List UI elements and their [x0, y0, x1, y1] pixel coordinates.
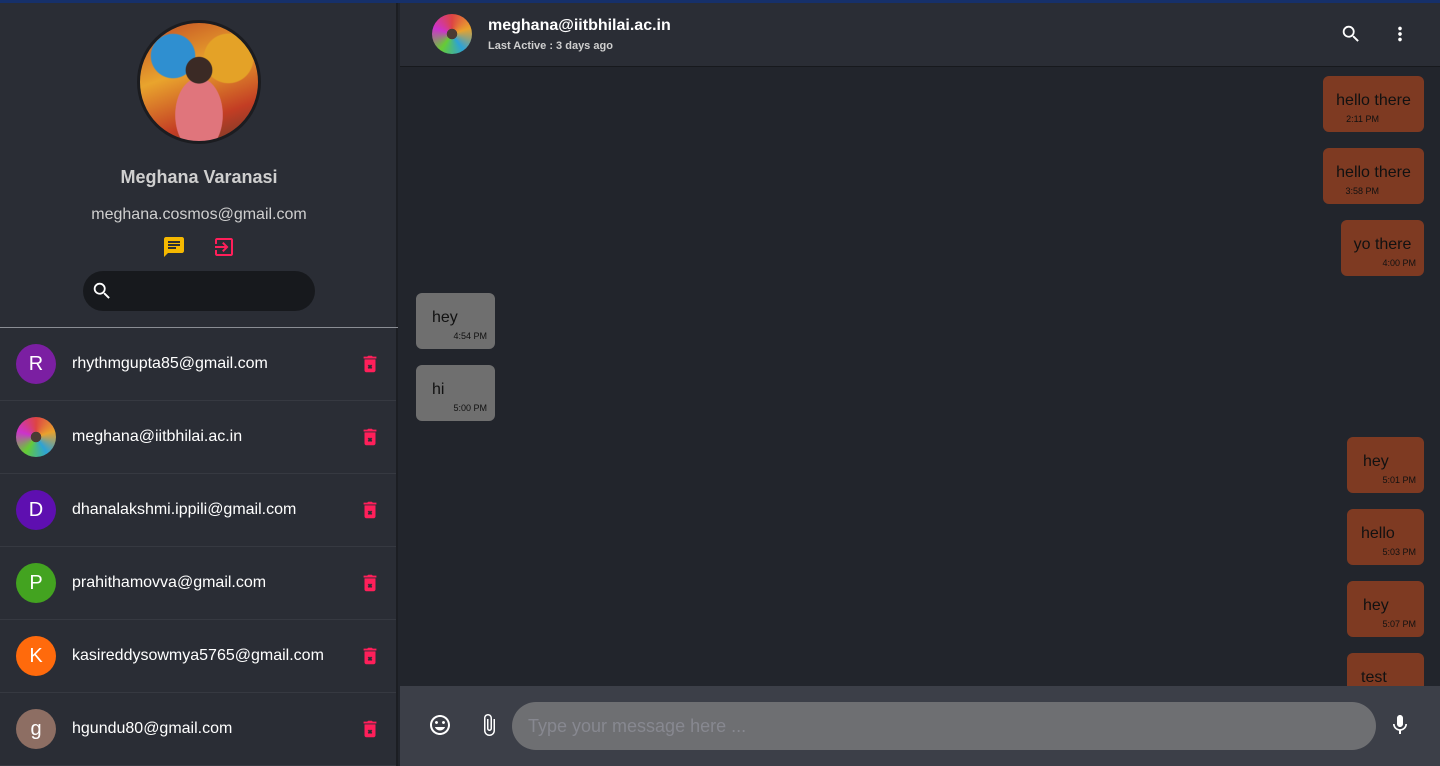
search-icon[interactable] — [1340, 23, 1362, 45]
search-icon — [93, 282, 110, 299]
chat-header: meghana@iitbhilai.ac.in Last Active : 3 … — [400, 3, 1440, 67]
attach-icon[interactable] — [477, 713, 501, 737]
delete-icon[interactable] — [359, 718, 381, 740]
delete-icon[interactable] — [359, 645, 381, 667]
delete-icon[interactable] — [359, 499, 381, 521]
contact-item[interactable]: D dhanalakshmi.ippili@gmail.com — [0, 474, 396, 547]
contact-email: kasireddysowmya5765@gmail.com — [72, 647, 324, 664]
contact-email: meghana@iitbhilai.ac.in — [72, 428, 243, 445]
chat-avatar[interactable] — [432, 14, 472, 54]
message-bubble-sent: test — [1347, 653, 1424, 686]
message-time: 4:00 PM — [1382, 258, 1416, 268]
contact-avatar: P — [16, 563, 56, 603]
contact-item[interactable]: K kasireddysowmya5765@gmail.com — [0, 620, 396, 693]
profile-avatar[interactable] — [137, 20, 261, 144]
chat-icon[interactable] — [162, 235, 186, 259]
message-bubble-sent: hello 5:03 PM — [1347, 509, 1424, 565]
message-bubble-sent: hello there 2:11 PM — [1323, 76, 1424, 132]
contact-item[interactable]: g hgundu80@gmail.com — [0, 693, 396, 766]
message-time: 4:54 PM — [453, 331, 487, 341]
logout-icon[interactable] — [212, 235, 236, 259]
contact-avatar: D — [16, 490, 56, 530]
contact-search-input[interactable] — [119, 277, 305, 305]
contact-email: prahithamovva@gmail.com — [72, 574, 267, 591]
message-bubble-sent: hey 5:01 PM — [1347, 437, 1424, 493]
contact-avatar: R — [16, 344, 56, 384]
message-text: hi — [432, 381, 445, 398]
chat-title: meghana@iitbhilai.ac.in — [488, 17, 671, 34]
emoji-icon[interactable] — [428, 713, 452, 737]
delete-icon[interactable] — [359, 572, 381, 594]
message-composer — [400, 686, 1440, 766]
mic-icon[interactable] — [1388, 713, 1412, 737]
profile-name: Meghana Varanasi — [120, 167, 278, 187]
message-bubble-received: hey 4:54 PM — [416, 293, 495, 349]
message-time: 5:00 PM — [453, 403, 487, 413]
delete-icon[interactable] — [359, 426, 381, 448]
message-bubble-received: hi 5:00 PM — [416, 365, 495, 421]
profile-email: meghana.cosmos@gmail.com — [91, 206, 307, 223]
message-time: 5:07 PM — [1382, 619, 1416, 629]
message-bubble-sent: yo there 4:00 PM — [1341, 220, 1424, 276]
message-text: hey — [432, 309, 458, 326]
sidebar: Meghana Varanasi meghana.cosmos@gmail.co… — [0, 3, 398, 766]
message-text: yo there — [1353, 236, 1412, 253]
more-vert-icon[interactable] — [1389, 23, 1411, 45]
contact-avatar — [16, 417, 56, 457]
message-time: 5:01 PM — [1382, 475, 1416, 485]
message-time: 2:11 PM — [1346, 114, 1379, 124]
contact-item[interactable]: P prahithamovva@gmail.com — [0, 547, 396, 620]
message-input[interactable] — [512, 702, 1376, 750]
message-list: hello there 2:11 PM hello there 3:58 PM … — [400, 68, 1440, 686]
message-text: hello there — [1336, 164, 1411, 181]
contact-avatar: K — [16, 636, 56, 676]
contact-email: hgundu80@gmail.com — [72, 720, 233, 737]
delete-icon[interactable] — [359, 353, 381, 375]
message-bubble-sent: hey 5:07 PM — [1347, 581, 1424, 637]
message-text: hey — [1363, 597, 1389, 614]
profile-panel: Meghana Varanasi meghana.cosmos@gmail.co… — [0, 3, 396, 327]
chat-panel: meghana@iitbhilai.ac.in Last Active : 3 … — [400, 3, 1440, 766]
contact-avatar: g — [16, 709, 56, 749]
last-active-status: Last Active : 3 days ago — [488, 40, 613, 52]
contact-email: dhanalakshmi.ippili@gmail.com — [72, 501, 297, 518]
contact-search — [83, 271, 315, 311]
contact-email: rhythmgupta85@gmail.com — [72, 355, 268, 372]
contact-list: R rhythmgupta85@gmail.com meghana@iitbhi… — [0, 328, 396, 766]
contact-item[interactable]: meghana@iitbhilai.ac.in — [0, 401, 396, 474]
message-text: hello there — [1336, 92, 1411, 109]
message-text: test — [1361, 669, 1387, 686]
message-text: hey — [1363, 453, 1389, 470]
message-bubble-sent: hello there 3:58 PM — [1323, 148, 1424, 204]
message-time: 3:58 PM — [1345, 186, 1379, 196]
contact-item[interactable]: R rhythmgupta85@gmail.com — [0, 328, 396, 401]
message-time: 5:03 PM — [1382, 547, 1416, 557]
message-text: hello — [1361, 525, 1395, 542]
profile-actions — [162, 235, 236, 259]
